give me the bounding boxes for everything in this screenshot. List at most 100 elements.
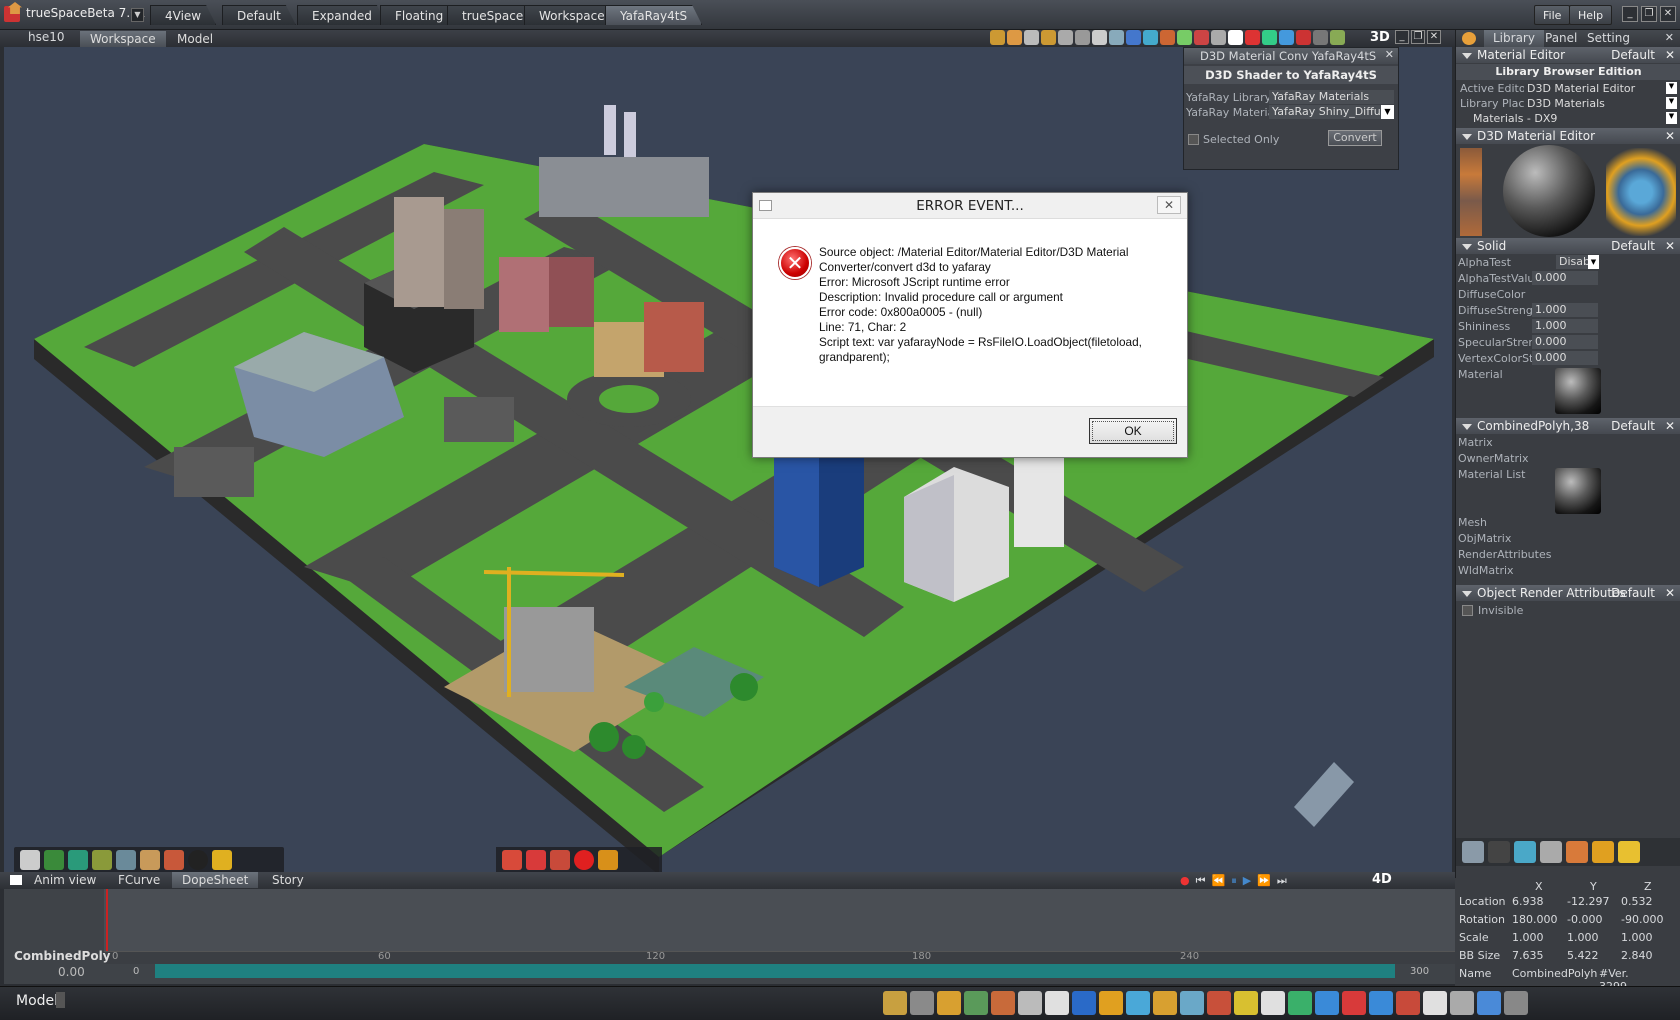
chevron-down-icon[interactable]: ▼ <box>1381 105 1394 119</box>
tab-anim-view[interactable]: Anim view <box>24 872 106 888</box>
range-start[interactable]: 0 <box>133 966 139 977</box>
floater-close-icon[interactable]: ✕ <box>1385 48 1394 61</box>
first-frame-icon[interactable]: ⏮ <box>1196 874 1206 888</box>
spotlight-icon[interactable] <box>526 850 546 870</box>
rotate-icon[interactable] <box>964 991 988 1015</box>
close-icon[interactable]: ✕ <box>1665 238 1675 254</box>
axis-z-icon[interactable] <box>1342 991 1366 1015</box>
axis-x-icon[interactable] <box>1245 30 1260 45</box>
minimize-view-icon[interactable]: _ <box>1395 30 1409 44</box>
record-icon[interactable]: ● <box>1180 874 1190 888</box>
close-icon[interactable]: ✕ <box>1660 6 1676 22</box>
maximize-view-icon[interactable]: ❐ <box>1411 30 1425 44</box>
axis-y-icon[interactable] <box>1262 30 1277 45</box>
paint-icon[interactable] <box>1177 30 1192 45</box>
panel-close-icon[interactable]: ✕ <box>1665 31 1674 44</box>
film-icon[interactable] <box>1488 841 1510 863</box>
wldmatrix-label[interactable]: WldMatrix <box>1458 564 1514 577</box>
selected-only-checkbox[interactable] <box>1188 134 1199 145</box>
torus-icon[interactable] <box>188 850 208 870</box>
chevron-down-icon[interactable]: ▼ <box>1588 255 1599 269</box>
mesh-label[interactable]: Mesh <box>1458 516 1487 529</box>
grid-icon[interactable] <box>1313 30 1328 45</box>
tab-workspace[interactable]: Workspace <box>80 31 166 47</box>
light-icon[interactable] <box>1211 30 1226 45</box>
render-attributes-header[interactable]: Object Render Attributes Default ✕ <box>1456 585 1680 601</box>
scale-icon[interactable] <box>991 991 1015 1015</box>
location-x[interactable]: 6.938 <box>1512 895 1544 908</box>
invisible-checkbox[interactable] <box>1462 605 1473 616</box>
zoom-icon[interactable] <box>1024 30 1039 45</box>
close-icon[interactable]: ✕ <box>1665 128 1675 144</box>
anim-view-icon[interactable] <box>10 875 22 885</box>
tab-model[interactable]: Model <box>167 31 223 47</box>
object-name-field[interactable]: CombinedPolyh <box>1512 967 1597 980</box>
next-frame-icon[interactable]: ⏩ <box>1257 874 1271 888</box>
rotate-icon[interactable] <box>1007 30 1022 45</box>
scale-y[interactable]: 1.000 <box>1567 931 1599 944</box>
ok-button[interactable]: OK <box>1089 418 1177 444</box>
palette-icon[interactable] <box>164 850 184 870</box>
layout-tab-4view[interactable]: 4View <box>150 5 216 25</box>
axis-z-icon[interactable] <box>1279 30 1294 45</box>
dialog-close-icon[interactable]: ✕ <box>1157 196 1181 214</box>
layout-tab-expanded[interactable]: Expanded <box>297 5 387 25</box>
tools-icon[interactable] <box>1396 991 1420 1015</box>
material-icon[interactable] <box>1160 30 1175 45</box>
plane-icon[interactable] <box>92 850 112 870</box>
select-icon[interactable] <box>1228 30 1243 45</box>
select-icon[interactable] <box>1261 991 1285 1015</box>
current-time[interactable]: 0.00 <box>58 965 85 979</box>
active-editor-select[interactable]: D3D Material Editor <box>1524 82 1662 96</box>
axis-y-icon[interactable] <box>1315 991 1339 1015</box>
arrow-icon[interactable] <box>1423 991 1447 1015</box>
close-icon[interactable]: ✕ <box>1665 418 1675 434</box>
shader-palette-icon[interactable] <box>1606 148 1676 236</box>
layout-tab-yafaray4ts[interactable]: YafaRay4tS <box>605 5 702 25</box>
restore-icon[interactable]: ❐ <box>1641 6 1657 22</box>
box-icon[interactable] <box>1099 991 1123 1015</box>
layout-tab-default[interactable]: Default <box>222 5 296 25</box>
camera-icon[interactable] <box>1450 991 1474 1015</box>
tab-dopesheet[interactable]: DopeSheet <box>172 872 259 888</box>
ownermatrix-label[interactable]: OwnerMatrix <box>1458 452 1529 465</box>
shader-icon[interactable] <box>1514 841 1536 863</box>
close-view-icon[interactable]: ✕ <box>1427 30 1441 44</box>
tab-setting[interactable]: Setting <box>1578 30 1639 47</box>
box-icon[interactable] <box>598 850 618 870</box>
magnet-icon[interactable] <box>1194 30 1209 45</box>
axis-x-icon[interactable] <box>1288 991 1312 1015</box>
light-icon[interactable] <box>550 850 570 870</box>
axis-icon[interactable] <box>1234 991 1258 1015</box>
material-select[interactable]: YafaRay Shiny_Diffu <box>1269 105 1381 119</box>
scale-z[interactable]: 1.000 <box>1621 931 1653 944</box>
scale-x[interactable]: 1.000 <box>1512 931 1544 944</box>
brush-icon[interactable] <box>140 850 160 870</box>
objmatrix-label[interactable]: ObjMatrix <box>1458 532 1511 545</box>
shininess-field[interactable]: 1.000 <box>1532 319 1598 333</box>
camera-icon[interactable] <box>1109 30 1124 45</box>
orbit-icon[interactable] <box>1058 30 1073 45</box>
solid-header[interactable]: Solid Default ✕ <box>1456 238 1680 254</box>
close-view-icon[interactable] <box>1092 30 1107 45</box>
light-icon[interactable] <box>1153 991 1177 1015</box>
help-menu-button[interactable]: Help <box>1569 5 1613 25</box>
cube-icon[interactable] <box>1072 991 1096 1015</box>
link-icon[interactable] <box>1180 991 1204 1015</box>
timeline-track[interactable] <box>104 889 1455 951</box>
pause-icon[interactable]: ⏸ <box>1231 874 1237 888</box>
grid-icon[interactable] <box>1018 991 1042 1015</box>
convert-button[interactable]: Convert <box>1328 130 1382 146</box>
tweak-icon[interactable] <box>910 991 934 1015</box>
floater-title[interactable]: D3D Material Conv YafaRay4tS <box>1184 48 1398 64</box>
specularstrength-field[interactable]: 0.000 <box>1532 335 1598 349</box>
3d-viewport[interactable] <box>4 47 1452 872</box>
d3d-material-editor-header[interactable]: D3D Material Editor ✕ <box>1456 128 1680 144</box>
library-places-select[interactable]: D3D Materials <box>1524 97 1662 111</box>
play-icon[interactable]: ▶ <box>1243 874 1251 888</box>
editor-tools-icon[interactable] <box>1460 148 1482 236</box>
knife-icon[interactable] <box>212 850 232 870</box>
materials-list[interactable]: Materials - DX9 <box>1470 112 1662 126</box>
status-mode-handle[interactable] <box>56 992 65 1008</box>
material-list-label[interactable]: Material List <box>1458 468 1525 481</box>
